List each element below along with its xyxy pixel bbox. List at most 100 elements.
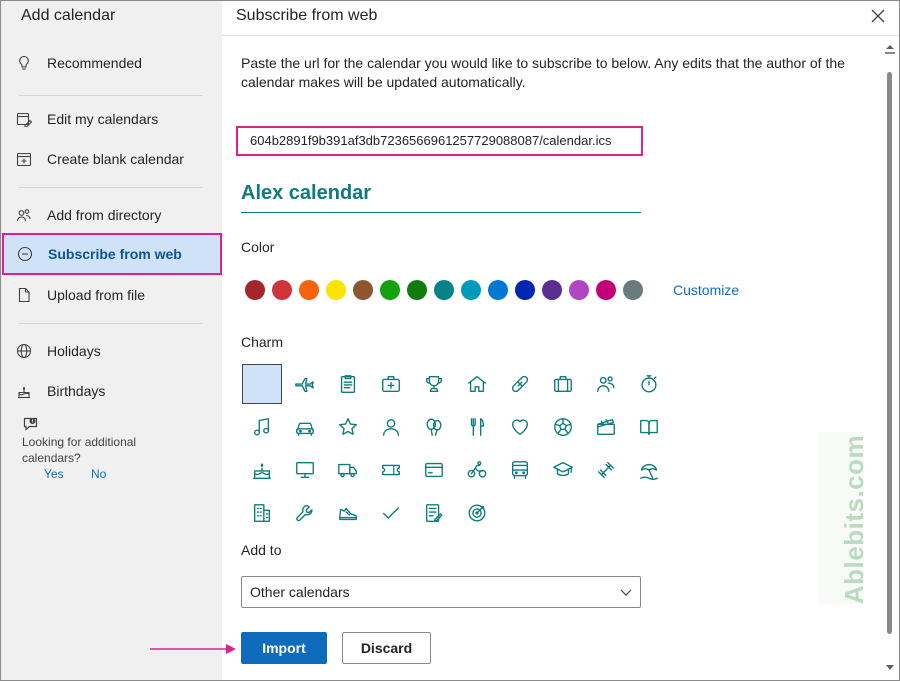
sidebar-item-label: Holidays: [47, 343, 101, 359]
charm-music-icon[interactable]: [242, 407, 282, 447]
color-swatch[interactable]: [434, 280, 454, 300]
charm-first-aid-icon[interactable]: [371, 364, 411, 404]
color-swatch[interactable]: [515, 280, 535, 300]
sidebar-item-create-blank-calendar[interactable]: Create blank calendar: [1, 139, 222, 179]
watermark-text: Ablebits.com: [839, 434, 870, 605]
people-icon: [1, 207, 47, 223]
sidebar-item-add-from-directory[interactable]: Add from directory: [1, 195, 222, 235]
color-swatch[interactable]: [299, 280, 319, 300]
color-swatch[interactable]: [488, 280, 508, 300]
charm-car-icon[interactable]: [285, 407, 325, 447]
charm-fork-knife-icon[interactable]: [457, 407, 497, 447]
sidebar-item-label: Birthdays: [47, 383, 106, 399]
charm-building-icon[interactable]: [242, 493, 282, 533]
charm-person-icon[interactable]: [371, 407, 411, 447]
add-to-select[interactable]: Other calendars: [241, 576, 641, 608]
sidebar-title: Add calendar: [21, 7, 116, 24]
color-swatch[interactable]: [326, 280, 346, 300]
charm-graduation-cap-icon[interactable]: [543, 450, 583, 490]
charm-beach-icon[interactable]: [629, 450, 669, 490]
watermark: Ablebits.com: [818, 432, 869, 604]
charm-home-icon[interactable]: [457, 364, 497, 404]
charm-ticket-icon[interactable]: [371, 450, 411, 490]
charm-label: Charm: [241, 334, 284, 350]
sidebar-divider: [19, 187, 203, 188]
charm-soccer-ball-icon[interactable]: [543, 407, 583, 447]
discard-button[interactable]: Discard: [342, 632, 431, 664]
color-swatch[interactable]: [569, 280, 589, 300]
sidebar-item-subscribe-from-web[interactable]: Subscribe from web: [2, 233, 222, 275]
color-swatch[interactable]: [407, 280, 427, 300]
lightbulb-icon: [1, 55, 47, 71]
charm-book-icon[interactable]: [629, 407, 669, 447]
color-swatches: [245, 280, 650, 300]
color-swatch[interactable]: [245, 280, 265, 300]
charm-truck-icon[interactable]: [328, 450, 368, 490]
charm-sneaker-icon[interactable]: [328, 493, 368, 533]
sidebar-item-label: Add from directory: [47, 207, 162, 223]
edit-calendar-icon: [1, 111, 47, 127]
feedback-icon: [23, 417, 38, 431]
sidebar-item-recommended[interactable]: Recommended: [1, 43, 222, 83]
customize-link[interactable]: Customize: [673, 282, 739, 298]
sidebar-item-upload-from-file[interactable]: Upload from file: [1, 275, 222, 315]
color-swatch[interactable]: [380, 280, 400, 300]
charm-blank[interactable]: [242, 364, 282, 404]
charm-briefcase-icon[interactable]: [543, 364, 583, 404]
charm-heart-icon[interactable]: [500, 407, 540, 447]
color-swatch[interactable]: [272, 280, 292, 300]
sidebar-item-label: Recommended: [47, 55, 142, 71]
charm-credit-card-icon[interactable]: [414, 450, 454, 490]
charm-checkmark-icon[interactable]: [371, 493, 411, 533]
feedback-yes-link[interactable]: Yes: [44, 467, 64, 481]
scrollbar-thumb[interactable]: [887, 72, 892, 634]
charm-target-icon[interactable]: [457, 493, 497, 533]
header-divider: [222, 35, 899, 36]
calendar-name-input[interactable]: Alex calendar: [241, 182, 641, 213]
globe-icon: [1, 343, 47, 359]
charm-people-icon[interactable]: [586, 364, 626, 404]
sidebar-item-label: Create blank calendar: [47, 151, 184, 167]
sidebar-item-birthdays[interactable]: Birthdays: [1, 371, 222, 411]
page-title: Subscribe from web: [236, 7, 378, 24]
charm-notepad-icon[interactable]: [414, 493, 454, 533]
charm-bandage-icon[interactable]: [500, 364, 540, 404]
charm-wrench-icon[interactable]: [285, 493, 325, 533]
color-swatch[interactable]: [623, 280, 643, 300]
color-swatch[interactable]: [461, 280, 481, 300]
color-swatch[interactable]: [542, 280, 562, 300]
charm-cake-icon[interactable]: [242, 450, 282, 490]
close-button[interactable]: [868, 6, 888, 26]
sidebar-divider: [19, 95, 203, 96]
globe-link-icon: [2, 246, 48, 262]
sidebar-item-holidays[interactable]: Holidays: [1, 331, 222, 371]
feedback-no-link[interactable]: No: [91, 467, 106, 481]
close-icon: [871, 9, 885, 23]
color-swatch[interactable]: [353, 280, 373, 300]
cake-icon: [1, 383, 47, 399]
charm-star-icon[interactable]: [328, 407, 368, 447]
charm-stopwatch-icon[interactable]: [629, 364, 669, 404]
import-button[interactable]: Import: [241, 632, 327, 664]
charm-cyclist-icon[interactable]: [457, 450, 497, 490]
charm-trophy-icon[interactable]: [414, 364, 454, 404]
file-icon: [1, 287, 47, 303]
calendar-url-input[interactable]: 604b2891f9b391af3db723656696125772908808…: [236, 126, 643, 156]
sidebar-item-edit-my-calendars[interactable]: Edit my calendars: [1, 99, 222, 139]
charm-dumbbell-icon[interactable]: [586, 450, 626, 490]
feedback-question: Looking for additional calendars?: [22, 435, 137, 465]
charm-clapperboard-icon[interactable]: [586, 407, 626, 447]
color-swatch[interactable]: [596, 280, 616, 300]
sidebar-item-label: Subscribe from web: [48, 246, 182, 262]
charm-clipboard-icon[interactable]: [328, 364, 368, 404]
charm-bus-icon[interactable]: [500, 450, 540, 490]
scroll-up-icon[interactable]: [884, 44, 896, 58]
add-calendar-icon: [1, 151, 47, 167]
charm-monitor-icon[interactable]: [285, 450, 325, 490]
charm-airplane-icon[interactable]: [285, 364, 325, 404]
scroll-down-icon[interactable]: [885, 664, 895, 672]
annotation-arrow-icon: [150, 644, 236, 654]
color-label: Color: [241, 239, 275, 255]
description-text: Paste the url for the calendar you would…: [241, 55, 845, 90]
charm-balloons-icon[interactable]: [414, 407, 454, 447]
